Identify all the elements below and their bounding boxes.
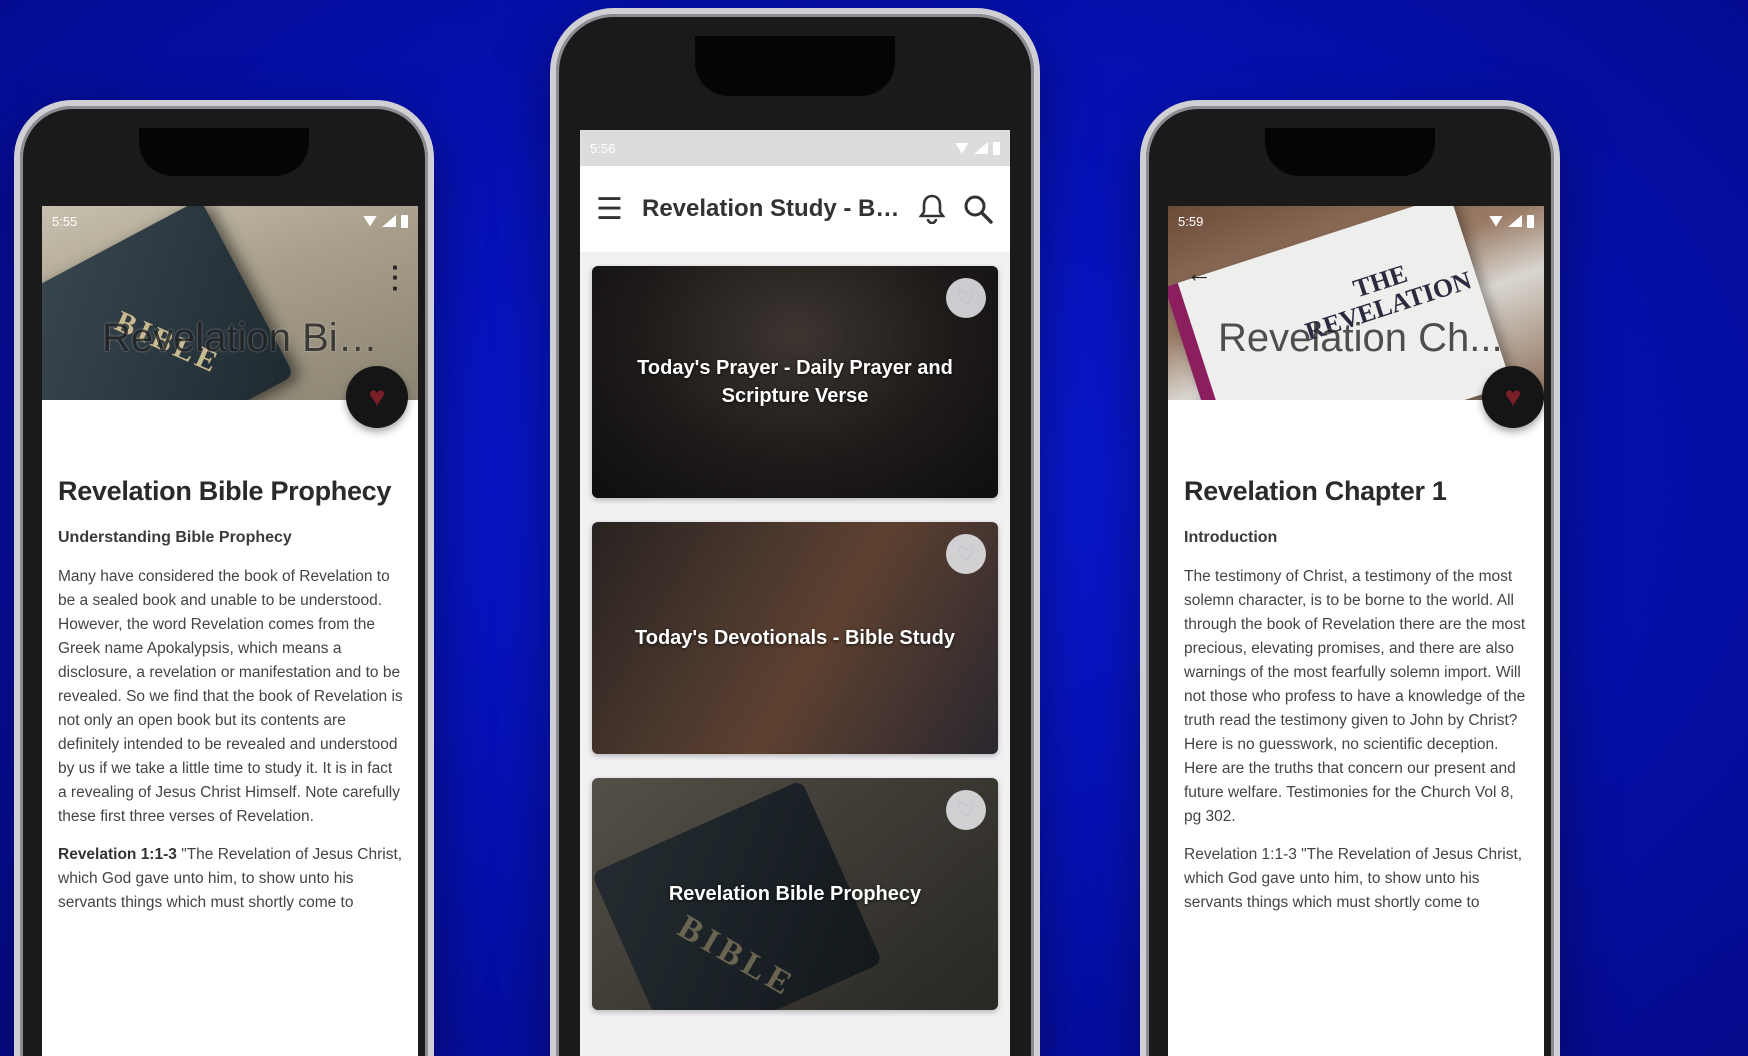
verse-reference: Revelation 1:1-3 — [58, 846, 177, 863]
app-bar: ☰ Revelation Study - Bible ... — [580, 166, 1010, 252]
wifi-icon — [955, 142, 969, 154]
wifi-icon — [1489, 215, 1503, 227]
collapsing-toolbar-title: Revelation Bibl... — [102, 316, 398, 360]
category-card[interactable]: ♡ Today's Devotionals - Bible Study — [592, 522, 998, 754]
detail-screen-left: BIBLE 5:55 · · · Revelation Bibl... ♥ Reve… — [42, 206, 418, 1056]
favorite-button[interactable]: ♥ — [346, 366, 408, 428]
heart-outline-icon: ♡ — [957, 287, 975, 310]
phone-center: 5:56 ☰ Revelation Study - Bible ... ♡ — [550, 8, 1040, 1056]
card-title: Revelation Bible Prophecy — [668, 883, 922, 905]
back-arrow-icon[interactable]: ← — [1186, 258, 1212, 289]
article-body: Revelation Bible Prophecy Understanding … — [58, 476, 404, 929]
status-bar: 5:55 — [42, 206, 418, 236]
article-title: Revelation Bible Prophecy — [58, 476, 392, 506]
menu-icon[interactable]: ☰ — [596, 192, 628, 227]
article-subtitle: Introduction — [1184, 529, 1278, 546]
phone-notch — [1265, 128, 1435, 176]
wifi-icon — [363, 215, 377, 227]
battery-icon — [1527, 214, 1534, 228]
card-favorite-button[interactable]: ♡ — [946, 534, 986, 574]
status-time: 5:59 — [1178, 213, 1204, 229]
favorite-button[interactable]: ♥ — [1482, 366, 1544, 428]
card-favorite-button[interactable]: ♡ — [946, 278, 986, 318]
search-icon[interactable] — [962, 193, 994, 225]
article-title: Revelation Chapter 1 — [1184, 476, 1447, 506]
app-title: Revelation Study - Bible ... — [642, 195, 902, 222]
heart-icon: ♥ — [1504, 381, 1522, 412]
signal-icon — [1508, 215, 1522, 227]
detail-screen-right: THE REVELATION 5:59 ← Revelation Ch... ♥… — [1168, 206, 1544, 1056]
heart-icon: ♥ — [368, 381, 386, 412]
article-body: Revelation Chapter 1 Introduction The te… — [1184, 476, 1530, 929]
phone-notch — [139, 128, 309, 176]
signal-icon — [974, 142, 988, 154]
overflow-menu-icon[interactable]: · · · — [391, 254, 400, 301]
signal-icon — [382, 215, 396, 227]
battery-icon — [993, 141, 1000, 155]
card-title: Today's Prayer - Daily Prayer and Script… — [637, 357, 953, 407]
article-verse: Revelation 1:1-3 "The Revelation of Jesu… — [58, 843, 404, 915]
category-card[interactable]: BIBLE ♡ Revelation Bible Prophecy — [592, 778, 998, 1010]
bell-icon[interactable] — [916, 193, 948, 225]
battery-icon — [401, 214, 408, 228]
article-subtitle: Understanding Bible Prophecy — [58, 529, 292, 546]
collapsing-toolbar-title: Revelation Ch... — [1218, 316, 1503, 360]
phone-notch — [695, 36, 895, 96]
heart-outline-icon: ♡ — [957, 799, 975, 822]
card-favorite-button[interactable]: ♡ — [946, 790, 986, 830]
status-bar: 5:56 — [580, 130, 1010, 166]
article-verse: Revelation 1:1-3 "The Revelation of Jesu… — [1184, 846, 1523, 911]
phone-right: THE REVELATION 5:59 ← Revelation Ch... ♥… — [1140, 100, 1560, 1056]
hero-image: THE REVELATION 5:59 ← Revelation Ch... — [1168, 206, 1544, 400]
status-time: 5:55 — [52, 213, 78, 229]
status-bar: 5:59 — [1168, 206, 1544, 236]
phone-left: BIBLE 5:55 · · · Revelation Bibl... ♥ Reve… — [14, 100, 434, 1056]
article-paragraph: The testimony of Christ, a testimony of … — [1184, 568, 1526, 825]
status-time: 5:56 — [590, 140, 616, 156]
heart-outline-icon: ♡ — [957, 543, 975, 566]
home-screen: 5:56 ☰ Revelation Study - Bible ... ♡ — [580, 130, 1010, 1056]
card-title: Today's Devotionals - Bible Study — [635, 627, 955, 649]
article-paragraph: Many have considered the book of Revelat… — [58, 568, 403, 825]
category-card[interactable]: ♡ Today's Prayer - Daily Prayer and Scri… — [592, 266, 998, 498]
